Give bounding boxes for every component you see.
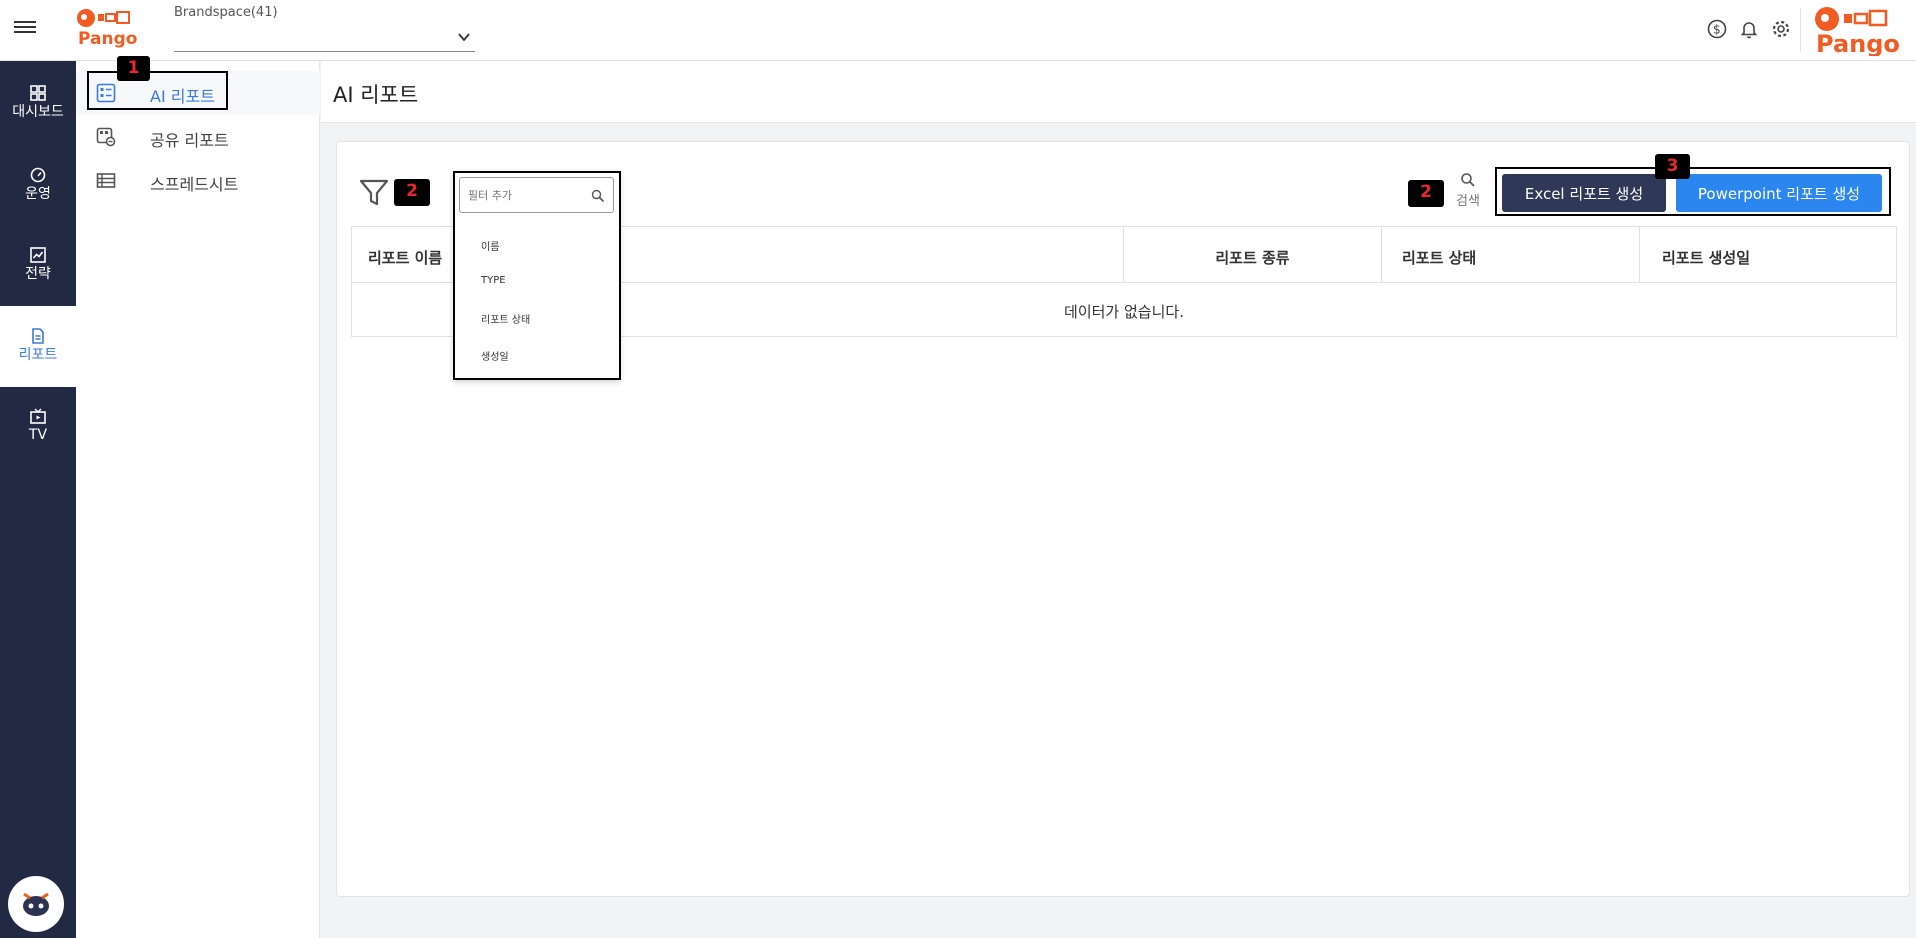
gear-icon[interactable] xyxy=(1770,18,1792,40)
subnav-label: 스프레드시트 xyxy=(150,175,239,194)
spreadsheet-icon xyxy=(96,173,116,188)
annotation-badge-1: 1 xyxy=(117,56,150,81)
pango-logo-large: Pango xyxy=(1815,7,1900,56)
gauge-icon xyxy=(30,167,46,183)
svg-text:Pango: Pango xyxy=(78,29,137,48)
page-header: AI 리포트 xyxy=(321,61,1916,123)
rail-label: 운영 xyxy=(25,186,51,202)
robot-icon xyxy=(23,892,49,916)
brand-label: Brandspace(41) xyxy=(174,5,278,20)
svg-text:$: $ xyxy=(1713,23,1721,37)
filter-option-status[interactable]: 리포트 상태 xyxy=(481,311,530,326)
chart-icon xyxy=(30,247,46,263)
rail-item-operations[interactable]: 운영 xyxy=(0,147,76,225)
filter-dropdown: 이름 TYPE 리포트 상태 생성일 xyxy=(453,171,620,380)
filter-option-type[interactable]: TYPE xyxy=(481,275,506,286)
filter-icon[interactable] xyxy=(359,178,389,208)
svg-text:Pango: Pango xyxy=(1816,30,1900,56)
rail-label: 리포트 xyxy=(18,347,58,363)
subnav-item-ai-report[interactable]: AI 리포트 xyxy=(76,71,320,115)
pango-logo[interactable]: Pango xyxy=(76,8,146,48)
excel-report-button[interactable]: Excel 리포트 생성 xyxy=(1502,174,1666,212)
search-icon xyxy=(1461,173,1475,187)
powerpoint-report-button[interactable]: Powerpoint 리포트 생성 xyxy=(1676,174,1882,212)
column-header-created[interactable]: 리포트 생성일 xyxy=(1640,227,1896,282)
rail-item-report[interactable]: 리포트 xyxy=(0,306,76,387)
currency-icon[interactable]: $ xyxy=(1706,18,1728,40)
top-divider xyxy=(1800,8,1801,52)
brand-select[interactable] xyxy=(174,22,475,52)
left-rail: 대시보드 운영 전략 리포트 TV xyxy=(0,61,76,938)
column-header-type[interactable]: 리포트 종류 xyxy=(1124,227,1382,282)
annotation-badge-3: 3 xyxy=(1655,154,1690,179)
filter-search-input[interactable] xyxy=(460,178,580,212)
annotation-badge-2a: 2 xyxy=(394,179,430,206)
menu-icon[interactable] xyxy=(14,18,36,38)
shared-report-icon xyxy=(96,127,116,147)
rail-label: TV xyxy=(28,427,48,443)
filter-option-name[interactable]: 이름 xyxy=(481,238,499,253)
page-title: AI 리포트 xyxy=(333,83,419,107)
filter-search-field[interactable] xyxy=(459,177,614,213)
top-icons: $ xyxy=(1706,18,1792,40)
dashboard-icon xyxy=(30,85,46,101)
chevron-down-icon xyxy=(458,33,470,42)
report-subnav: AI 리포트 공유 리포트 스프레드시트 xyxy=(76,61,320,938)
rail-item-dashboard[interactable]: 대시보드 xyxy=(0,67,76,145)
annotation-badge-2b: 2 xyxy=(1408,180,1444,207)
rail-label: 전략 xyxy=(25,266,51,282)
rail-item-tv[interactable]: TV xyxy=(0,388,76,466)
subnav-item-shared-report[interactable]: 공유 리포트 xyxy=(76,115,320,159)
top-bar: Pango Brandspace(41) $ Pango xyxy=(0,0,1916,61)
rail-item-strategy[interactable]: 전략 xyxy=(0,227,76,305)
search-label: 검색 xyxy=(1456,194,1480,209)
chatbot-button[interactable] xyxy=(8,876,64,932)
search-icon xyxy=(591,189,605,203)
filter-option-date[interactable]: 생성일 xyxy=(481,348,509,363)
tv-icon xyxy=(30,408,46,424)
column-header-status[interactable]: 리포트 상태 xyxy=(1382,227,1640,282)
document-icon xyxy=(32,328,44,344)
bell-icon[interactable] xyxy=(1738,18,1760,40)
rail-label: 대시보드 xyxy=(12,104,64,120)
subnav-item-spreadsheet[interactable]: 스프레드시트 xyxy=(76,159,320,203)
subnav-label: AI 리포트 xyxy=(150,87,215,106)
subnav-label: 공유 리포트 xyxy=(150,131,229,150)
report-list-icon xyxy=(96,83,116,103)
search-button[interactable]: 검색 xyxy=(1451,172,1485,212)
